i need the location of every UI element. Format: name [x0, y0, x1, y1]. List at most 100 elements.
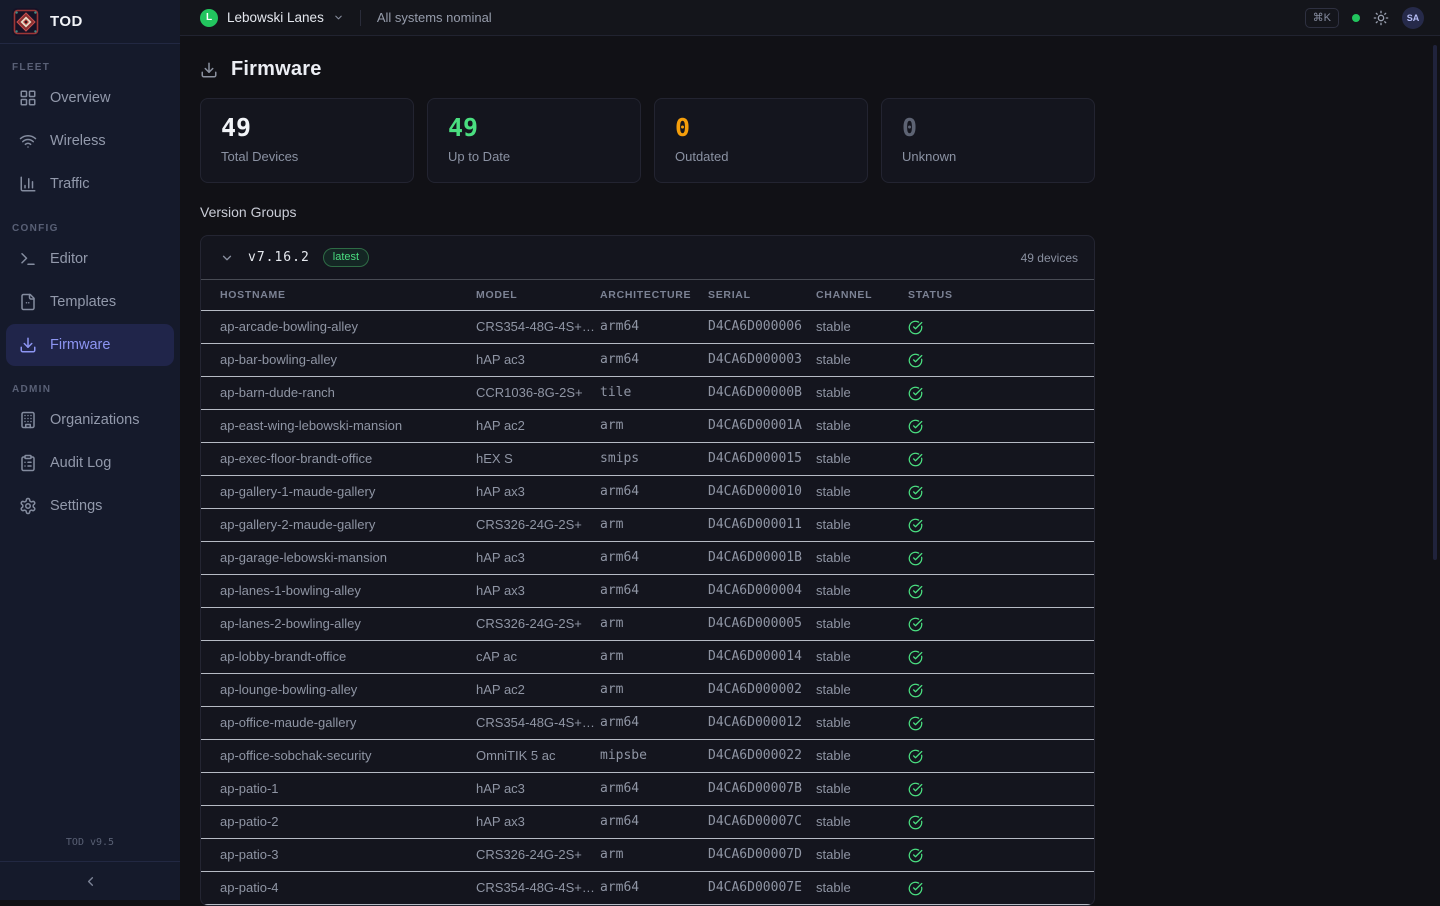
sidebar-section-admin: ADMIN: [12, 384, 180, 395]
cell-serial: D4CA6D000005: [708, 607, 816, 640]
sidebar-item-wireless[interactable]: Wireless: [6, 120, 174, 162]
cell-status: [908, 706, 1094, 739]
table-row[interactable]: ap-exec-floor-brandt-office hEX S smips …: [201, 442, 1094, 475]
table-row[interactable]: ap-patio-4 CRS354-48G-4S+… arm64 D4CA6D0…: [201, 871, 1094, 904]
content: Firmware 49 Total Devices 49 Up to Date …: [180, 36, 1440, 906]
cell-channel: stable: [816, 409, 908, 442]
stat-card-outdated: 0 Outdated: [654, 98, 868, 183]
cell-architecture: mipsbe: [600, 739, 708, 772]
stat-card-unknown: 0 Unknown: [881, 98, 1095, 183]
sidebar-item-templates[interactable]: Templates: [6, 281, 174, 323]
cell-architecture: arm: [600, 838, 708, 871]
table-row[interactable]: ap-bar-bowling-alley hAP ac3 arm64 D4CA6…: [201, 343, 1094, 376]
sidebar-item-label: Settings: [50, 498, 102, 514]
cell-architecture: arm: [600, 508, 708, 541]
cell-channel: stable: [816, 310, 908, 343]
circle-check-icon: [908, 386, 923, 401]
stat-label: Up to Date: [448, 149, 620, 164]
table-row[interactable]: ap-lobby-brandt-office cAP ac arm D4CA6D…: [201, 640, 1094, 673]
cell-hostname: ap-lanes-1-bowling-alley: [201, 574, 476, 607]
cell-serial: D4CA6D00007D: [708, 838, 816, 871]
table-row[interactable]: ap-east-wing-lebowski-mansion hAP ac2 ar…: [201, 409, 1094, 442]
sidebar-item-label: Editor: [50, 251, 88, 267]
building-icon: [19, 411, 37, 429]
sidebar-item-label: Templates: [50, 294, 116, 310]
sidebar-item-audit-log[interactable]: Audit Log: [6, 442, 174, 484]
sidebar-item-firmware[interactable]: Firmware: [6, 324, 174, 366]
table-row[interactable]: ap-patio-1 hAP ac3 arm64 D4CA6D00007B st…: [201, 772, 1094, 805]
stat-value: 0: [902, 113, 1074, 143]
org-switcher[interactable]: L Lebowski Lanes: [200, 9, 344, 27]
cell-channel: stable: [816, 607, 908, 640]
sidebar-item-label: Firmware: [50, 337, 110, 353]
circle-check-icon: [908, 881, 923, 896]
stat-card-total-devices: 49 Total Devices: [200, 98, 414, 183]
table-row[interactable]: ap-arcade-bowling-alley CRS354-48G-4S+… …: [201, 310, 1094, 343]
chevron-down-icon: [220, 251, 234, 265]
sidebar-item-label: Audit Log: [50, 455, 111, 471]
sidebar-item-traffic[interactable]: Traffic: [6, 163, 174, 205]
cell-serial: D4CA6D00007C: [708, 805, 816, 838]
sidebar-header: TOD: [0, 0, 180, 44]
section-title: Version Groups: [200, 204, 1440, 220]
cell-architecture: arm64: [600, 871, 708, 904]
table-row[interactable]: ap-patio-2 hAP ax3 arm64 D4CA6D00007C st…: [201, 805, 1094, 838]
user-avatar[interactable]: SA: [1402, 7, 1424, 29]
circle-check-icon: [908, 584, 923, 599]
sidebar-section-config: CONFIG: [12, 223, 180, 234]
table-row[interactable]: ap-lanes-2-bowling-alley CRS326-24G-2S+ …: [201, 607, 1094, 640]
cell-status: [908, 508, 1094, 541]
table-row[interactable]: ap-office-sobchak-security OmniTIK 5 ac …: [201, 739, 1094, 772]
cell-hostname: ap-exec-floor-brandt-office: [201, 442, 476, 475]
topbar: L Lebowski Lanes All systems nominal ⌘K …: [180, 0, 1440, 36]
wifi-icon: [19, 132, 37, 150]
theme-toggle-button[interactable]: [1373, 10, 1389, 26]
sidebar-item-organizations[interactable]: Organizations: [6, 399, 174, 441]
cell-channel: stable: [816, 706, 908, 739]
cell-model: CRS326-24G-2S+: [476, 508, 600, 541]
cell-architecture: tile: [600, 376, 708, 409]
column-architecture: ARCHITECTURE: [600, 280, 708, 310]
cell-channel: stable: [816, 640, 908, 673]
cell-status: [908, 871, 1094, 904]
cell-hostname: ap-east-wing-lebowski-mansion: [201, 409, 476, 442]
cell-model: hAP ax3: [476, 475, 600, 508]
version-label: v7.16.2: [248, 250, 310, 265]
cell-status: [908, 838, 1094, 871]
cell-serial: D4CA6D00000B: [708, 376, 816, 409]
table-row[interactable]: ap-office-maude-gallery CRS354-48G-4S+… …: [201, 706, 1094, 739]
table-row[interactable]: ap-garage-lebowski-mansion hAP ac3 arm64…: [201, 541, 1094, 574]
column-channel: CHANNEL: [816, 280, 908, 310]
sidebar-item-settings[interactable]: Settings: [6, 485, 174, 527]
table-row[interactable]: ap-barn-dude-ranch CCR1036-8G-2S+ tile D…: [201, 376, 1094, 409]
column-model: MODEL: [476, 280, 600, 310]
cell-architecture: arm: [600, 607, 708, 640]
table-row[interactable]: ap-gallery-2-maude-gallery CRS326-24G-2S…: [201, 508, 1094, 541]
sidebar-item-overview[interactable]: Overview: [6, 77, 174, 119]
table-row[interactable]: ap-lanes-1-bowling-alley hAP ax3 arm64 D…: [201, 574, 1094, 607]
cell-model: CRS354-48G-4S+…: [476, 310, 600, 343]
circle-check-icon: [908, 551, 923, 566]
table-row[interactable]: ap-lounge-bowling-alley hAP ac2 arm D4CA…: [201, 673, 1094, 706]
sidebar-collapse-button[interactable]: [0, 861, 180, 900]
cell-hostname: ap-patio-4: [201, 871, 476, 904]
cell-serial: D4CA6D000015: [708, 442, 816, 475]
cell-model: CRS354-48G-4S+…: [476, 871, 600, 904]
cell-model: hAP ax3: [476, 805, 600, 838]
cell-channel: stable: [816, 838, 908, 871]
cell-architecture: arm64: [600, 772, 708, 805]
version-group-header[interactable]: v7.16.2 latest 49 devices: [201, 236, 1094, 280]
cell-status: [908, 475, 1094, 508]
table-row[interactable]: ap-gallery-1-maude-gallery hAP ax3 arm64…: [201, 475, 1094, 508]
sidebar-item-editor[interactable]: Editor: [6, 238, 174, 280]
sun-icon: [1373, 10, 1389, 26]
scrollbar-thumb[interactable]: [1433, 45, 1437, 560]
command-palette-shortcut[interactable]: ⌘K: [1305, 8, 1339, 28]
cell-model: CRS326-24G-2S+: [476, 607, 600, 640]
table-row[interactable]: ap-patio-3 CRS326-24G-2S+ arm D4CA6D0000…: [201, 838, 1094, 871]
cell-hostname: ap-office-sobchak-security: [201, 739, 476, 772]
download-icon: [200, 61, 218, 79]
cell-architecture: arm: [600, 640, 708, 673]
terminal-icon: [19, 250, 37, 268]
brand-name: TOD: [50, 13, 83, 30]
